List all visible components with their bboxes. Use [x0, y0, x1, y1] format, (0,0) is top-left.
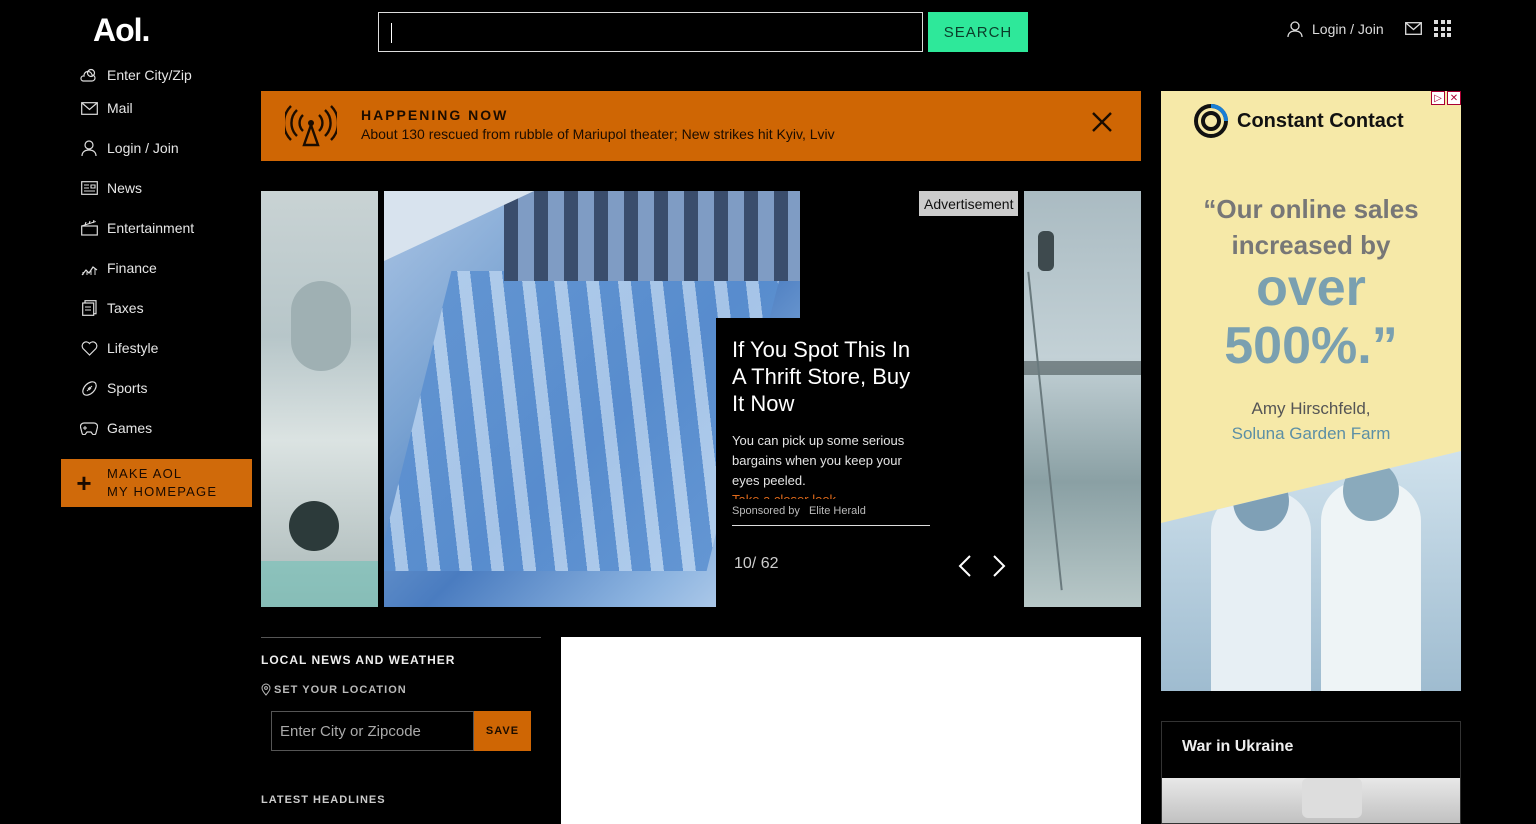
- aol-logo[interactable]: Aol.: [93, 12, 150, 49]
- next-slide-image[interactable]: [1024, 191, 1141, 607]
- user-icon: [80, 139, 98, 157]
- broadcast-icon: [285, 105, 337, 147]
- sidebar-item-entertainment[interactable]: Entertainment: [80, 208, 255, 248]
- zipcode-input[interactable]: Enter City or Zipcode: [271, 711, 474, 751]
- location-pin-icon: [261, 683, 271, 696]
- mail-icon: [80, 99, 98, 117]
- slide-description: You can pick up some serious bargains wh…: [732, 433, 905, 488]
- sponsor-name[interactable]: Elite Herald: [809, 505, 866, 517]
- ad-quote-3: over: [1256, 259, 1366, 317]
- latest-headlines-heading: LATEST HEADLINES: [261, 794, 386, 806]
- sidebar-item-sports[interactable]: Sports: [80, 368, 255, 408]
- sidebar-item-label: Lifestyle: [107, 340, 159, 356]
- sidebar-item-location[interactable]: Enter City/Zip: [80, 62, 255, 88]
- clapper-icon: [80, 219, 98, 237]
- apps-grid-icon[interactable]: [1434, 20, 1451, 37]
- sidebar-item-label: Entertainment: [107, 220, 195, 236]
- sidebar-item-label: Taxes: [107, 300, 144, 316]
- weather-icon: [80, 66, 98, 84]
- ad-carousel: Advertisement If You Spot This In A Thri…: [261, 191, 1141, 607]
- ad-close-icon[interactable]: ✕: [1447, 91, 1461, 105]
- happening-now-banner[interactable]: HAPPENING NOW About 130 rescued from rub…: [261, 91, 1141, 161]
- constant-contact-logo-icon: [1194, 104, 1228, 138]
- ad-quote-highlight: over 500%.”: [1161, 259, 1461, 375]
- ad-photo: [1161, 451, 1461, 691]
- plus-icon: +: [76, 467, 92, 498]
- make-homepage-button[interactable]: + MAKE AOL MY HOMEPAGE: [61, 459, 252, 507]
- war-in-ukraine-card[interactable]: War in Ukraine: [1161, 721, 1461, 824]
- set-location-link[interactable]: SET YOUR LOCATION: [261, 683, 541, 696]
- ad-choices[interactable]: ▷ ✕: [1431, 91, 1461, 105]
- ad-company: Soluna Garden Farm: [1231, 424, 1391, 443]
- set-location-label: SET YOUR LOCATION: [274, 683, 407, 696]
- sidebar-nav: Enter City/Zip Mail Login / Join News En…: [80, 62, 255, 448]
- sidebar-item-label: Enter City/Zip: [107, 67, 192, 83]
- ad-attribution: Amy Hirschfeld, Soluna Garden Farm: [1161, 396, 1461, 446]
- sponsored-line: Sponsored by Elite Herald: [732, 505, 930, 526]
- happening-now-headline[interactable]: About 130 rescued from rubble of Mariupo…: [361, 126, 835, 142]
- header-login-link[interactable]: Login / Join: [1286, 20, 1384, 38]
- make-homepage-line1: MAKE AOL: [107, 466, 183, 481]
- sidebar-item-news[interactable]: News: [80, 168, 255, 208]
- document-icon: [80, 299, 98, 317]
- war-card-title: War in Ukraine: [1182, 738, 1294, 755]
- close-icon[interactable]: [1091, 111, 1113, 133]
- sidebar-item-label: Sports: [107, 380, 148, 396]
- save-button[interactable]: SAVE: [474, 711, 531, 751]
- prev-slide-image[interactable]: [261, 191, 378, 607]
- news-icon: [80, 179, 98, 197]
- ad-brand: Constant Contact: [1193, 103, 1404, 139]
- constant-contact-ad[interactable]: ▷ ✕ Constant Contact “Our online sales i…: [1161, 91, 1461, 691]
- gamepad-icon: [80, 419, 98, 437]
- text-caret: [391, 23, 392, 43]
- football-icon: [80, 379, 98, 397]
- local-news-section: LOCAL NEWS AND WEATHER SET YOUR LOCATION…: [261, 637, 541, 751]
- mail-icon[interactable]: [1405, 22, 1422, 35]
- content-placeholder: [561, 637, 1141, 824]
- sidebar-item-games[interactable]: Games: [80, 408, 255, 448]
- ad-quote-line: “Our online sales increased by: [1161, 191, 1461, 263]
- ad-quote-1: “Our online sales: [1203, 194, 1419, 224]
- slide-title[interactable]: If You Spot This In A Thrift Store, Buy …: [732, 336, 920, 417]
- chevron-right-icon[interactable]: [992, 554, 1006, 578]
- header-login-label: Login / Join: [1312, 21, 1384, 37]
- user-icon: [1287, 21, 1303, 38]
- make-homepage-line2: MY HOMEPAGE: [107, 484, 218, 499]
- chart-icon: [80, 259, 98, 277]
- local-news-heading: LOCAL NEWS AND WEATHER: [261, 653, 456, 667]
- sidebar-item-mail[interactable]: Mail: [80, 88, 255, 128]
- ad-person: Amy Hirschfeld,: [1251, 399, 1371, 418]
- slide-more-link[interactable]: Take a closer look: [732, 491, 920, 499]
- chevron-left-icon[interactable]: [958, 554, 972, 578]
- sidebar-item-label: Games: [107, 420, 153, 436]
- sidebar-item-lifestyle[interactable]: Lifestyle: [80, 328, 255, 368]
- ad-quote-4: 500%.”: [1224, 317, 1398, 375]
- ad-info-icon[interactable]: ▷: [1431, 91, 1445, 105]
- advertisement-label: Advertisement: [919, 191, 1019, 216]
- sidebar-item-label: Finance: [107, 260, 157, 276]
- sidebar-item-taxes[interactable]: Taxes: [80, 288, 255, 328]
- war-card-image[interactable]: [1162, 778, 1460, 823]
- ad-quote-2: increased by: [1231, 230, 1391, 260]
- slide-counter: 10/ 62: [734, 555, 779, 572]
- heart-icon: [80, 339, 98, 357]
- sidebar-item-finance[interactable]: Finance: [80, 248, 255, 288]
- sponsored-by-label: Sponsored by: [732, 505, 800, 517]
- sidebar-item-label: News: [107, 180, 143, 196]
- sidebar-item-login[interactable]: Login / Join: [80, 128, 255, 168]
- search-input[interactable]: [378, 12, 923, 52]
- search-button[interactable]: SEARCH: [928, 12, 1028, 52]
- sidebar-item-label: Mail: [107, 100, 133, 116]
- ad-brand-name: Constant Contact: [1237, 109, 1404, 132]
- make-homepage-label: MAKE AOL MY HOMEPAGE: [107, 465, 217, 501]
- happening-now-kicker: HAPPENING NOW: [361, 107, 509, 123]
- sidebar-item-label: Login / Join: [107, 140, 179, 156]
